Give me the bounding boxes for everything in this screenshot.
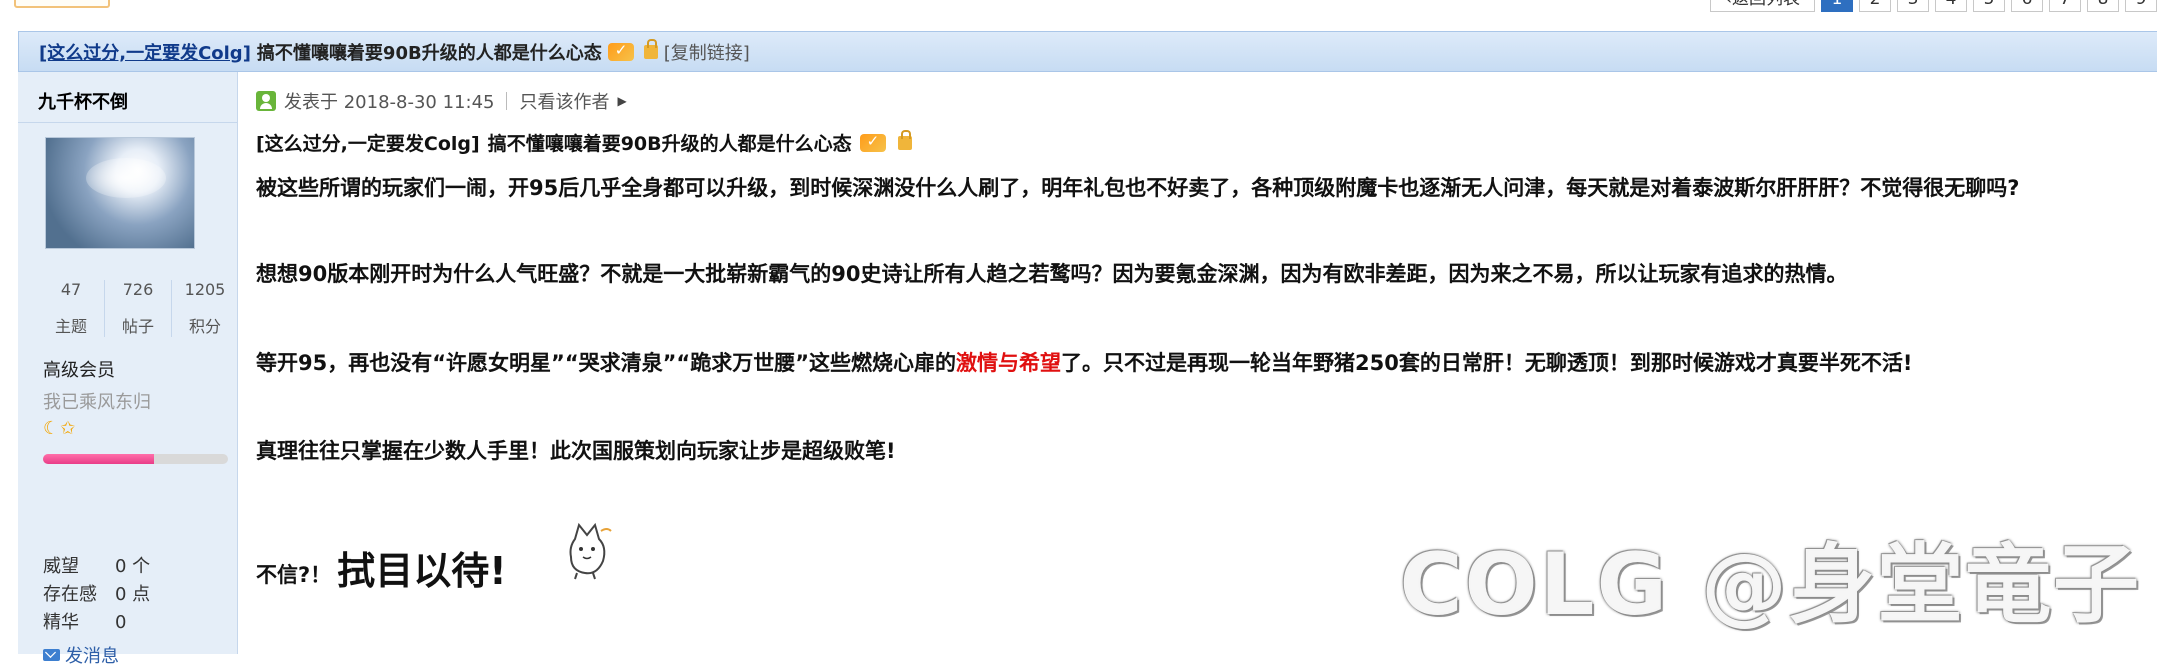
post-body: 发表于 2018-8-30 11:45 只看该作者 ▶ [这么过分,一定要发Co…: [238, 72, 2157, 654]
post-paragraph-2: 想想90版本刚开时为什么人气旺盛？不就是一大批崭新霸气的90史诗让所有人趋之若鹜…: [256, 262, 1848, 286]
attr-value: 0: [115, 612, 127, 633]
post-title: [这么过分,一定要发Colg] 搞不懂嚷嚷着要90B升级的人都是什么心态: [256, 129, 912, 156]
page-5[interactable]: 5: [1973, 0, 2005, 12]
attr-key: 存在感: [43, 584, 97, 605]
user-rank[interactable]: 高级会员: [43, 356, 115, 382]
thread-title: 搞不懂嚷嚷着要90B升级的人都是什么心态: [256, 42, 602, 64]
attr-value: 0 点: [115, 584, 151, 605]
attr-key: 精华: [43, 612, 79, 633]
stat-label: 积分: [188, 317, 221, 336]
post-timestamp: 发表于 2018-8-30 11:45: [284, 92, 495, 113]
page-1[interactable]: 1: [1821, 0, 1853, 12]
post-title-category: [这么过分,一定要发Colg]: [256, 133, 480, 155]
online-user-icon: [256, 91, 276, 111]
stat-topics[interactable]: 47 主题: [38, 280, 105, 337]
recommend-badge-icon: [607, 41, 634, 61]
post-paragraph-3: 等开95，再也没有“许愿女明星”“哭求清泉”“跪求万世腰”这些燃烧心扉的激情与希…: [256, 347, 1912, 377]
author-name[interactable]: 九千杯不倒: [38, 88, 128, 114]
attr-prestige: 威望 0 个: [43, 552, 150, 578]
stat-label: 帖子: [121, 317, 154, 336]
rank-progress-bar: [43, 454, 228, 464]
paragraph-text: 等开95，再也没有“许愿女明星”“哭求清泉”“跪求万世腰”这些燃烧心扉的: [256, 351, 957, 375]
rank-progress-fill: [43, 454, 154, 464]
lock-icon: [897, 129, 912, 150]
back-to-list-button[interactable]: ‹返回列表: [1710, 0, 1815, 12]
send-message-label: 发消息: [65, 646, 119, 667]
post-title-text: 搞不懂嚷嚷着要90B升级的人都是什么心态: [487, 133, 852, 155]
page-7[interactable]: 7: [2049, 0, 2081, 12]
rank-stars-icon: ☾✩: [43, 418, 77, 439]
page-3[interactable]: 3: [1897, 0, 1929, 12]
post-meta: 发表于 2018-8-30 11:45 只看该作者 ▶: [256, 88, 627, 114]
mail-icon: [43, 649, 60, 661]
page-6[interactable]: 6: [2011, 0, 2043, 12]
attr-key: 威望: [43, 556, 79, 577]
closing-small-text: 不信?！: [256, 563, 332, 587]
highlight-text: 激情与希望: [956, 351, 1062, 375]
cat-sticker-icon: [569, 522, 612, 580]
post-paragraph-1: 被这些所谓的玩家们一闹，开95后几乎全身都可以升级，到时候深渊没什么人刷了，明年…: [256, 176, 2020, 200]
stat-value: 726: [122, 280, 154, 299]
stat-label: 主题: [54, 317, 87, 336]
triangle-right-icon[interactable]: ▶: [617, 94, 626, 108]
thread-category-link[interactable]: [这么过分,一定要发Colg]: [39, 39, 251, 65]
top-strip: ‹返回列表 1 2 3 4 5 6 7 8 9: [0, 0, 2157, 14]
post-closing: 不信?！ 拭目以待!: [256, 540, 507, 595]
reply-button-stub[interactable]: [14, 0, 110, 8]
stat-points[interactable]: 1205 积分: [172, 280, 238, 337]
author-sidebar: 九千杯不倒 47 主题 726 帖子 1205 积分 高级会员 我已乘风东归 ☾…: [18, 72, 238, 667]
recommend-badge-icon: [859, 132, 886, 152]
colg-watermark: COLG @身堂竜子: [1399, 535, 2141, 635]
post-paragraph-4: 真理往往只掌握在少数人手里！此次国服策划向玩家让步是超级败笔!: [256, 439, 896, 463]
avatar[interactable]: [45, 137, 195, 249]
attr-value: 0 个: [115, 556, 151, 577]
attr-presence: 存在感 0 点: [43, 580, 150, 606]
author-stats: 47 主题 726 帖子 1205 积分: [38, 280, 238, 337]
user-signature: 我已乘风东归: [43, 392, 151, 413]
page-9[interactable]: 9: [2125, 0, 2157, 12]
attr-digest: 精华 0: [43, 608, 126, 634]
lock-icon: [643, 38, 658, 59]
closing-big-text: 拭目以待!: [337, 549, 507, 593]
divider: [18, 122, 238, 123]
stat-posts[interactable]: 726 帖子: [105, 280, 172, 337]
pagination: ‹返回列表 1 2 3 4 5 6 7 8 9: [1710, 0, 2157, 12]
page-8[interactable]: 8: [2087, 0, 2119, 12]
send-message-link[interactable]: 发消息: [43, 642, 119, 668]
page-4[interactable]: 4: [1935, 0, 1967, 12]
paragraph-text: 了。只不过是再现一轮当年野猪250套的日常肝！无聊透顶！到那时候游戏才真要半死不…: [1061, 351, 1913, 375]
divider: [506, 92, 508, 110]
stat-value: 1205: [184, 280, 226, 299]
stat-value: 47: [60, 280, 82, 299]
only-author-link[interactable]: 只看该作者: [519, 88, 609, 114]
thread-title-bar: [这么过分,一定要发Colg] 搞不懂嚷嚷着要90B升级的人都是什么心态 [复制…: [18, 31, 2157, 72]
copy-link-button[interactable]: [复制链接]: [664, 39, 750, 65]
page-2[interactable]: 2: [1859, 0, 1891, 12]
